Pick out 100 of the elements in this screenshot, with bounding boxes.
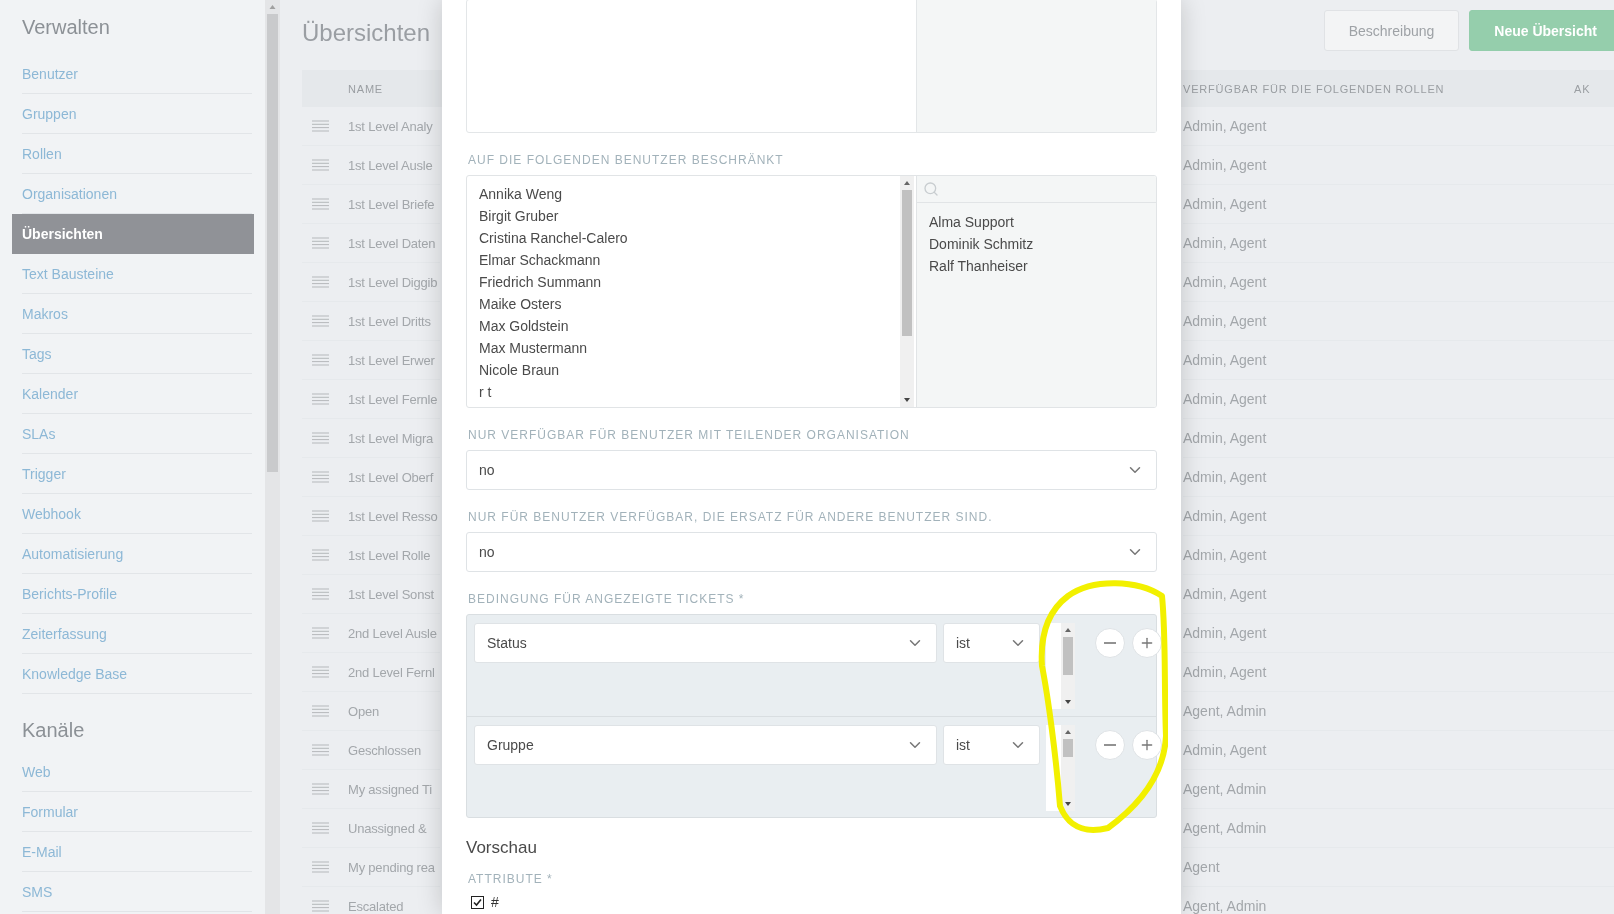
table-cell: Escalated [348, 887, 440, 914]
table-cell: 1st Level Diggib [348, 263, 440, 302]
drag-handle-icon[interactable] [312, 198, 329, 210]
sidebar-item[interactable]: Tags [22, 334, 252, 374]
operator-select[interactable]: ist [943, 725, 1040, 765]
select-field[interactable]: no [466, 532, 1157, 572]
sidebar-item[interactable]: SLAs [22, 414, 252, 454]
field-label: NUR FÜR BENUTZER VERFÜGBAR, DIE ERSATZ FÜR ANDERE BENUTZER SIND. [468, 510, 994, 524]
sidebar-item[interactable]: Automatisierung [22, 534, 252, 574]
drag-handle-icon[interactable] [312, 900, 329, 912]
drag-handle-icon[interactable] [312, 744, 329, 756]
table-cell: 1st Level Sonst [348, 575, 440, 614]
list-item[interactable]: Maike Osters [479, 293, 888, 315]
list-item[interactable]: Max Mustermann [479, 337, 888, 359]
table-cell: 1st Level Dritts [348, 302, 440, 341]
sidebar-item[interactable]: Web [22, 752, 252, 792]
scrollbar[interactable] [900, 176, 914, 407]
sidebar-item[interactable]: Rollen [22, 134, 252, 174]
sidebar-item[interactable]: Text Bausteine [22, 254, 252, 294]
drag-handle-icon[interactable] [312, 276, 329, 288]
table-cell: Geschlossen [348, 731, 440, 770]
list-item[interactable]: Annika Weng [479, 183, 888, 205]
checkbox[interactable] [471, 895, 484, 909]
table-cell: Agent, Admin [1183, 809, 1574, 848]
remove-button[interactable] [1095, 628, 1125, 658]
table-cell: 1st Level Oberf [348, 458, 440, 497]
attribute-select[interactable]: Status [474, 623, 937, 663]
drag-handle-icon[interactable] [312, 237, 329, 249]
drag-handle-icon[interactable] [312, 120, 329, 132]
minus-icon [1104, 642, 1116, 644]
drag-handle-icon[interactable] [312, 822, 329, 834]
list-item[interactable]: Max Goldstein [479, 315, 888, 337]
sidebar-item[interactable]: Übersichten [12, 214, 254, 254]
sidebar-item[interactable]: SMS [22, 872, 252, 912]
sidebar-item[interactable]: Trigger [22, 454, 252, 494]
drag-handle-icon[interactable] [312, 315, 329, 327]
list-item[interactable]: Cristina Ranchel-Calero [479, 227, 888, 249]
table-cell: 1st Level Ausle [348, 146, 440, 185]
value-list-box[interactable] [1046, 623, 1075, 709]
new-overview-button[interactable]: Neue Übersicht [1469, 10, 1614, 51]
add-button[interactable] [1132, 730, 1162, 760]
field-label: NUR VERFÜGBAR FÜR BENUTZER MIT TEILENDER ORGANISATION [468, 428, 911, 442]
sidebar-item[interactable]: Webhook [22, 494, 252, 534]
sidebar-item[interactable]: Gruppen [22, 94, 252, 134]
list-item[interactable]: Friedrich Summann [479, 271, 888, 293]
section-title: Verwalten [21, 14, 111, 40]
drag-handle-icon[interactable] [312, 783, 329, 795]
sidebar-item[interactable]: Knowledge Base [22, 654, 252, 694]
column-header[interactable]: VERFÜGBAR FÜR DIE FOLGENDEN ROLLEN [1183, 70, 1574, 107]
add-button[interactable] [1132, 628, 1162, 658]
select-field[interactable]: no [466, 450, 1157, 490]
drag-handle-icon[interactable] [312, 432, 329, 444]
drag-handle-icon[interactable] [312, 588, 329, 600]
plus-icon [1139, 737, 1155, 753]
sidebar-item[interactable]: Kalender [22, 374, 252, 414]
drag-handle-icon[interactable] [312, 393, 329, 405]
drag-handle-icon[interactable] [312, 666, 329, 678]
operator-select[interactable]: ist [943, 623, 1040, 663]
user-picker[interactable]: Annika Weng Birgit Gruber Cristina Ranchel-Calero Elmar Schackmann Friedrich Summann Maike Osters Max Goldstein Max Mustermann Nicole Braun r t Alma Support Dominik Schmitz Ralf Thanheiser [466, 175, 1157, 408]
drag-handle-icon[interactable] [312, 471, 329, 483]
drag-handle-icon[interactable] [312, 510, 329, 522]
table-cell: Admin, Agent [1183, 458, 1574, 497]
drag-handle-icon[interactable] [312, 861, 329, 873]
list-item[interactable]: Ralf Thanheiser [929, 255, 1144, 277]
list-item[interactable]: Alma Support [929, 211, 1144, 233]
table-cell: Unassigned & [348, 809, 440, 848]
column-header[interactable]: NAME [348, 82, 383, 95]
table-cell: Admin, Agent [1183, 653, 1574, 692]
drag-handle-icon[interactable] [312, 705, 329, 717]
list-item[interactable]: Elmar Schackmann [479, 249, 888, 271]
list-item[interactable]: Nicole Braun [479, 359, 888, 381]
table-cell: Admin, Agent [1183, 614, 1574, 653]
drag-handle-icon[interactable] [312, 549, 329, 561]
table-cell: 1st Level Briefe [348, 185, 440, 224]
drag-handle-icon[interactable] [312, 159, 329, 171]
attribute-select[interactable]: Gruppe [474, 725, 937, 765]
table-cell: 2nd Level Fernl [348, 653, 440, 692]
list-box[interactable] [466, 0, 1157, 133]
drag-handle-icon[interactable] [312, 627, 329, 639]
table-cell: 1st Level Rolle [348, 536, 440, 575]
remove-button[interactable] [1095, 730, 1125, 760]
sidebar-item[interactable]: E-Mail [22, 832, 252, 872]
table-cell: 1st Level Migra [348, 419, 440, 458]
page-title: Übersichten [302, 19, 431, 47]
table-cell: Admin, Agent [1183, 419, 1574, 458]
scrollbar[interactable] [1061, 725, 1075, 811]
sidebar-item[interactable]: Formular [22, 792, 252, 832]
sidebar-item[interactable]: Benutzer [22, 54, 252, 94]
sidebar-item[interactable]: Zeiterfassung [22, 614, 252, 654]
table-cell: Admin, Agent [1183, 185, 1574, 224]
list-item[interactable]: Dominik Schmitz [929, 233, 1144, 255]
field-label: BEDINGUNG FÜR ANGEZEIGTE TICKETS * [468, 592, 746, 606]
column-header[interactable]: AK [1574, 70, 1614, 107]
description-button[interactable]: Beschreibung [1323, 10, 1460, 51]
scrollbar[interactable] [1061, 623, 1075, 709]
drag-handle-icon[interactable] [312, 354, 329, 366]
sidebar-item[interactable]: Berichts-Profile [22, 574, 252, 614]
list-item[interactable]: r t [479, 381, 888, 403]
list-item[interactable]: Birgit Gruber [479, 205, 888, 227]
sidebar-item[interactable]: Makros [22, 294, 252, 334]
